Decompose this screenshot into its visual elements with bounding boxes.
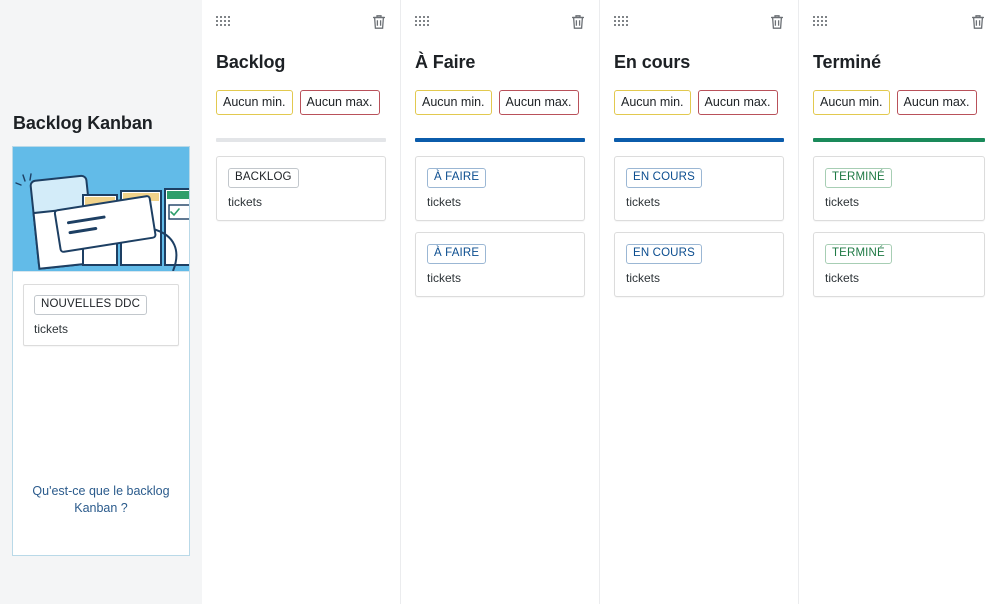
trash-icon[interactable] xyxy=(372,14,386,35)
drag-handle-icon[interactable] xyxy=(614,14,631,32)
table-row[interactable]: TERMINÉ tickets xyxy=(813,232,985,297)
column-toolbar xyxy=(216,0,386,36)
status-badge: TERMINÉ xyxy=(825,168,892,189)
status-badge: BACKLOG xyxy=(228,168,299,189)
kanban-board: Backlog Kanban NOUVELLES DDC tickets Qu'… xyxy=(0,0,999,604)
kanban-board-illustration xyxy=(13,147,189,272)
column-cards: À FAIRE tickets À FAIRE tickets xyxy=(415,156,585,297)
page-title: Backlog Kanban xyxy=(13,113,153,133)
max-limit-button[interactable]: Aucun max. xyxy=(299,90,380,116)
column-title: À Faire xyxy=(415,52,476,72)
table-row[interactable]: À FAIRE tickets xyxy=(415,156,585,222)
wip-limits: Aucun min. Aucun max. xyxy=(614,90,784,116)
column-cards: BACKLOG tickets xyxy=(216,156,386,222)
column-progress-bar xyxy=(216,138,386,143)
wip-limits: Aucun min. Aucun max. xyxy=(415,90,585,116)
max-limit-button[interactable]: Aucun max. xyxy=(896,90,977,116)
column-toolbar xyxy=(614,0,784,36)
card-subtitle: tickets xyxy=(228,195,263,210)
drag-handle-icon[interactable] xyxy=(813,14,830,32)
max-limit-button[interactable]: Aucun max. xyxy=(697,90,778,116)
status-badge: EN COURS xyxy=(626,244,702,264)
backlog-panel: NOUVELLES DDC tickets Qu'est-ce que le b… xyxy=(12,146,190,556)
wip-limits: Aucun min. Aucun max. xyxy=(216,90,386,116)
table-row[interactable]: EN COURS tickets xyxy=(614,232,784,297)
table-row[interactable]: TERMINÉ tickets xyxy=(813,156,985,222)
table-row[interactable]: À FAIRE tickets xyxy=(415,232,585,297)
column-title: Backlog xyxy=(216,52,286,72)
table-row[interactable]: BACKLOG tickets xyxy=(216,156,386,222)
min-limit-button[interactable]: Aucun min. xyxy=(813,90,890,116)
column-progress-bar xyxy=(813,138,985,143)
card-subtitle: tickets xyxy=(825,195,860,210)
drag-handle-icon[interactable] xyxy=(216,14,233,32)
kanban-column-a-faire: À Faire Aucun min. Aucun max. À FAIRE ti… xyxy=(401,0,600,604)
column-progress-bar xyxy=(614,138,784,143)
column-cards: EN COURS tickets EN COURS tickets xyxy=(614,156,784,297)
trash-icon[interactable] xyxy=(770,14,784,35)
sidebar-card-wrap: NOUVELLES DDC tickets xyxy=(13,272,189,346)
card-subtitle: tickets xyxy=(626,270,661,285)
card-subtitle: tickets xyxy=(427,270,462,285)
min-limit-button[interactable]: Aucun min. xyxy=(415,90,492,116)
wip-limits: Aucun min. Aucun max. xyxy=(813,90,985,116)
trash-icon[interactable] xyxy=(571,14,585,35)
column-toolbar xyxy=(415,0,585,36)
kanban-column-en-cours: En cours Aucun min. Aucun max. EN COURS … xyxy=(600,0,799,604)
status-badge: À FAIRE xyxy=(427,244,487,264)
what-is-kanban-backlog-link[interactable]: Qu'est-ce que le backlog Kanban ? xyxy=(13,483,189,555)
column-cards: TERMINÉ tickets TERMINÉ tickets xyxy=(813,156,985,297)
trash-icon[interactable] xyxy=(971,14,985,35)
status-badge: EN COURS xyxy=(626,168,702,189)
column-progress-bar xyxy=(415,138,585,143)
kanban-column-termine: Terminé Aucun min. Aucun max. TERMINÉ ti… xyxy=(799,0,999,604)
status-badge: À FAIRE xyxy=(427,168,487,189)
status-badge: TERMINÉ xyxy=(825,244,892,264)
card-subtitle: tickets xyxy=(34,321,69,336)
status-badge: NOUVELLES DDC xyxy=(34,295,148,315)
column-title: En cours xyxy=(614,52,691,72)
column-title: Terminé xyxy=(813,52,881,72)
min-limit-button[interactable]: Aucun min. xyxy=(614,90,691,116)
table-row[interactable]: EN COURS tickets xyxy=(614,156,784,222)
list-item[interactable]: NOUVELLES DDC tickets xyxy=(23,284,179,346)
kanban-column-backlog: Backlog Aucun min. Aucun max. BACKLOG ti… xyxy=(202,0,401,604)
card-subtitle: tickets xyxy=(427,195,462,210)
card-subtitle: tickets xyxy=(825,270,860,285)
drag-handle-icon[interactable] xyxy=(415,14,432,32)
column-toolbar xyxy=(813,0,985,36)
backlog-sidebar: Backlog Kanban NOUVELLES DDC tickets Qu'… xyxy=(0,0,202,604)
max-limit-button[interactable]: Aucun max. xyxy=(498,90,579,116)
kanban-columns: Backlog Aucun min. Aucun max. BACKLOG ti… xyxy=(202,0,999,604)
card-subtitle: tickets xyxy=(626,195,661,210)
min-limit-button[interactable]: Aucun min. xyxy=(216,90,293,116)
